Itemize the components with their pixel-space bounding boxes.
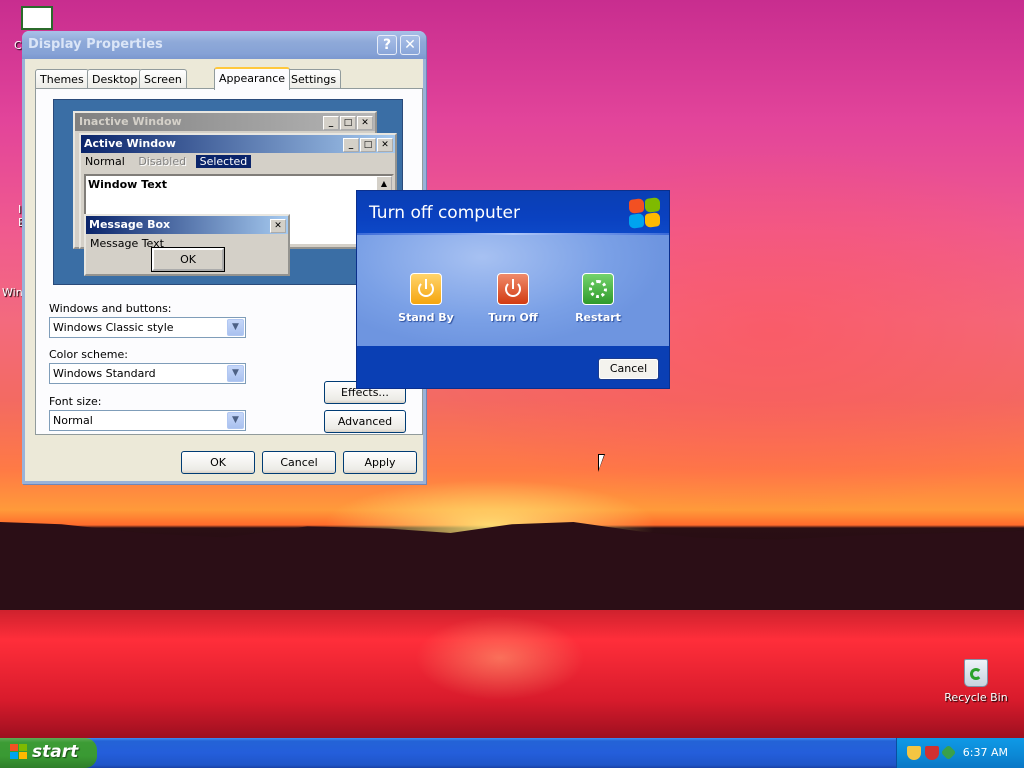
windows-buttons-value: Windows Classic style	[53, 321, 174, 334]
stand-by-button[interactable]: Stand By	[397, 273, 455, 324]
mouse-pointer-icon	[598, 454, 605, 472]
close-icon: ✕	[377, 138, 393, 152]
advanced-button[interactable]: Advanced	[324, 410, 406, 433]
chevron-down-icon[interactable]: ▼	[227, 412, 244, 429]
font-size-select[interactable]: Normal ▼	[49, 410, 246, 431]
windows-flag-icon	[10, 744, 28, 761]
power-icon	[497, 273, 529, 305]
close-icon: ✕	[357, 116, 373, 130]
tab-desktop[interactable]: Desktop	[87, 69, 143, 89]
preview-menu-selected: Selected	[195, 155, 252, 168]
apply-button[interactable]: Apply	[343, 451, 417, 474]
maximize-icon: □	[360, 138, 376, 152]
windows-buttons-label: Windows and buttons:	[49, 302, 172, 315]
turn-off-button[interactable]: Turn Off	[484, 273, 542, 324]
security-alert-icon[interactable]	[925, 746, 939, 760]
desktop-icon-label-partial: I	[18, 203, 22, 216]
turn-off-header: Turn off computer	[357, 191, 669, 235]
wallpaper-reflection	[380, 610, 620, 730]
network-icon[interactable]	[940, 744, 957, 761]
help-button[interactable]: ?	[377, 35, 397, 55]
turn-off-title: Turn off computer	[369, 203, 520, 223]
minimize-icon: _	[343, 138, 359, 152]
title-bar[interactable]: Display Properties ? ✕	[22, 31, 426, 59]
preview-message-box-title: Message Box	[89, 218, 171, 231]
desktop-icon-label-partial: C	[14, 39, 22, 52]
tab-screen-saver[interactable]: Screen Saver	[139, 69, 187, 99]
standby-icon	[410, 273, 442, 305]
preview-ok-button: OK	[151, 247, 225, 272]
preview-menu-normal: Normal	[85, 155, 125, 168]
windows-logo-icon	[627, 196, 661, 230]
turn-off-options: Stand By Turn Off Restart	[357, 235, 669, 346]
stand-by-label: Stand By	[398, 311, 454, 324]
turn-off-cancel-button[interactable]: Cancel	[598, 358, 659, 380]
close-icon: ✕	[270, 219, 286, 233]
window-title: Display Properties	[28, 37, 163, 52]
desktop-icon-label-partial: Win	[2, 286, 23, 299]
system-tray: 6:37 AM	[896, 738, 1024, 768]
preview-active-title: Active Window	[84, 137, 176, 150]
preview-window-text: Window Text	[88, 178, 168, 191]
tab-themes[interactable]: Themes	[35, 69, 89, 89]
minimize-icon: _	[323, 116, 339, 130]
font-size-value: Normal	[53, 414, 93, 427]
restart-label: Restart	[575, 311, 621, 324]
close-button[interactable]: ✕	[400, 35, 420, 55]
restart-icon	[582, 273, 614, 305]
appearance-preview: Inactive Window _ □ ✕ Active Window _ □ ✕ No…	[53, 99, 403, 285]
chevron-down-icon[interactable]: ▼	[227, 319, 244, 336]
chevron-down-icon[interactable]: ▼	[227, 365, 244, 382]
clock[interactable]: 6:37 AM	[963, 746, 1008, 759]
recycle-bin-label: Recycle Bin	[944, 691, 1008, 704]
recycle-bin[interactable]: Recycle Bin	[940, 655, 1012, 704]
maximize-icon: □	[340, 116, 356, 130]
start-button[interactable]: start	[0, 738, 97, 768]
tab-appearance[interactable]: Appearance	[214, 67, 291, 90]
security-shield-icon[interactable]	[907, 746, 921, 760]
color-scheme-label: Color scheme:	[49, 348, 128, 361]
font-size-label: Font size:	[49, 395, 102, 408]
turn-off-dialog: Turn off computer Stand By Turn Off Rest…	[356, 190, 670, 389]
preview-message-box: Message Box ✕ Message Text OK	[84, 214, 290, 276]
color-scheme-value: Windows Standard	[53, 367, 156, 380]
desktop-shortcut-icon[interactable]	[20, 4, 54, 34]
cancel-button[interactable]: Cancel	[262, 451, 336, 474]
turn-off-label: Turn Off	[488, 311, 538, 324]
preview-menu-bar: Normal Disabled Selected	[81, 153, 395, 170]
taskbar: start 6:37 AM	[0, 738, 1024, 768]
ok-button[interactable]: OK	[181, 451, 255, 474]
preview-menu-disabled: Disabled	[138, 155, 187, 168]
windows-buttons-select[interactable]: Windows Classic style ▼	[49, 317, 246, 338]
tab-settings[interactable]: Settings	[286, 69, 342, 89]
wallpaper-mountains	[0, 522, 1024, 610]
preview-inactive-title: Inactive Window	[79, 115, 182, 128]
recycle-bin-icon	[961, 655, 991, 687]
start-label: start	[32, 742, 79, 762]
color-scheme-select[interactable]: Windows Standard ▼	[49, 363, 246, 384]
restart-button[interactable]: Restart	[569, 273, 627, 324]
